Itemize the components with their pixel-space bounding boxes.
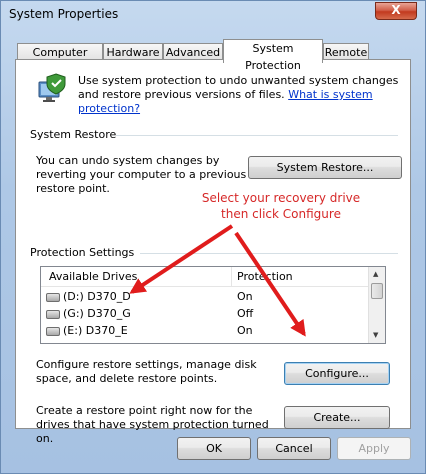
close-button[interactable]: X bbox=[375, 2, 417, 20]
hard-drive-icon bbox=[46, 293, 60, 302]
drive-name: (D:) D370_D bbox=[63, 290, 131, 303]
drive-name: (E:) D370_E bbox=[63, 324, 128, 337]
computer-shield-icon bbox=[38, 73, 66, 102]
system-restore-button[interactable]: System Restore... bbox=[248, 156, 402, 179]
scroll-down-icon[interactable]: ▼ bbox=[373, 331, 378, 339]
tab-page-system-protection: Use system protection to undo unwanted s… bbox=[15, 59, 411, 445]
annotation-line-2: then click Configure bbox=[221, 207, 341, 221]
configure-text: Configure restore settings, manage disk … bbox=[36, 358, 257, 385]
system-restore-heading: System Restore bbox=[30, 128, 117, 141]
scroll-up-icon[interactable]: ▲ bbox=[373, 270, 378, 278]
title-bar[interactable]: System Properties X bbox=[1, 1, 425, 31]
tab-system-protection[interactable]: System Protection bbox=[223, 39, 323, 72]
drive-row-g[interactable]: (G:) D370_G Off bbox=[41, 305, 369, 322]
column-protection[interactable]: Protection bbox=[237, 270, 293, 283]
hard-drive-icon bbox=[46, 310, 60, 319]
drive-row-d[interactable]: (D:) D370_D On bbox=[41, 288, 369, 305]
dialog-panel: Computer Name Hardware Advanced System P… bbox=[9, 37, 417, 467]
hard-drive-icon bbox=[46, 327, 60, 336]
configure-button[interactable]: Configure... bbox=[284, 362, 390, 385]
protection-settings-heading: Protection Settings bbox=[30, 246, 135, 259]
divider bbox=[116, 135, 398, 136]
window-title: System Properties bbox=[9, 7, 119, 21]
apply-button[interactable]: Apply bbox=[337, 437, 411, 460]
scroll-thumb[interactable] bbox=[371, 283, 383, 299]
drive-protection-status: On bbox=[237, 290, 253, 303]
drive-protection-status: Off bbox=[237, 307, 254, 320]
drives-scrollbar[interactable]: ▲ ▼ bbox=[368, 267, 385, 343]
drives-list-header: Available Drives Protection bbox=[41, 267, 369, 287]
drive-protection-status: On bbox=[237, 324, 253, 337]
drive-row-e[interactable]: (E:) D370_E On bbox=[41, 322, 369, 339]
system-properties-window: System Properties X Computer Name Hardwa… bbox=[0, 0, 426, 474]
annotation-line-1: Select your recovery drive bbox=[201, 191, 361, 205]
column-separator bbox=[231, 267, 232, 287]
divider bbox=[140, 253, 398, 254]
create-button[interactable]: Create... bbox=[284, 406, 390, 429]
cancel-button[interactable]: Cancel bbox=[257, 437, 331, 460]
available-drives-list[interactable]: Available Drives Protection (D:) D370_D … bbox=[40, 266, 386, 344]
tab-strip: Computer Name Hardware Advanced System P… bbox=[17, 39, 417, 76]
drive-name: (G:) D370_G bbox=[63, 307, 131, 320]
column-available-drives[interactable]: Available Drives bbox=[49, 270, 137, 283]
annotation-text: Select your recovery drive then click Co… bbox=[196, 190, 366, 222]
intro-text: Use system protection to undo unwanted s… bbox=[78, 74, 408, 116]
ok-button[interactable]: OK bbox=[177, 437, 251, 460]
